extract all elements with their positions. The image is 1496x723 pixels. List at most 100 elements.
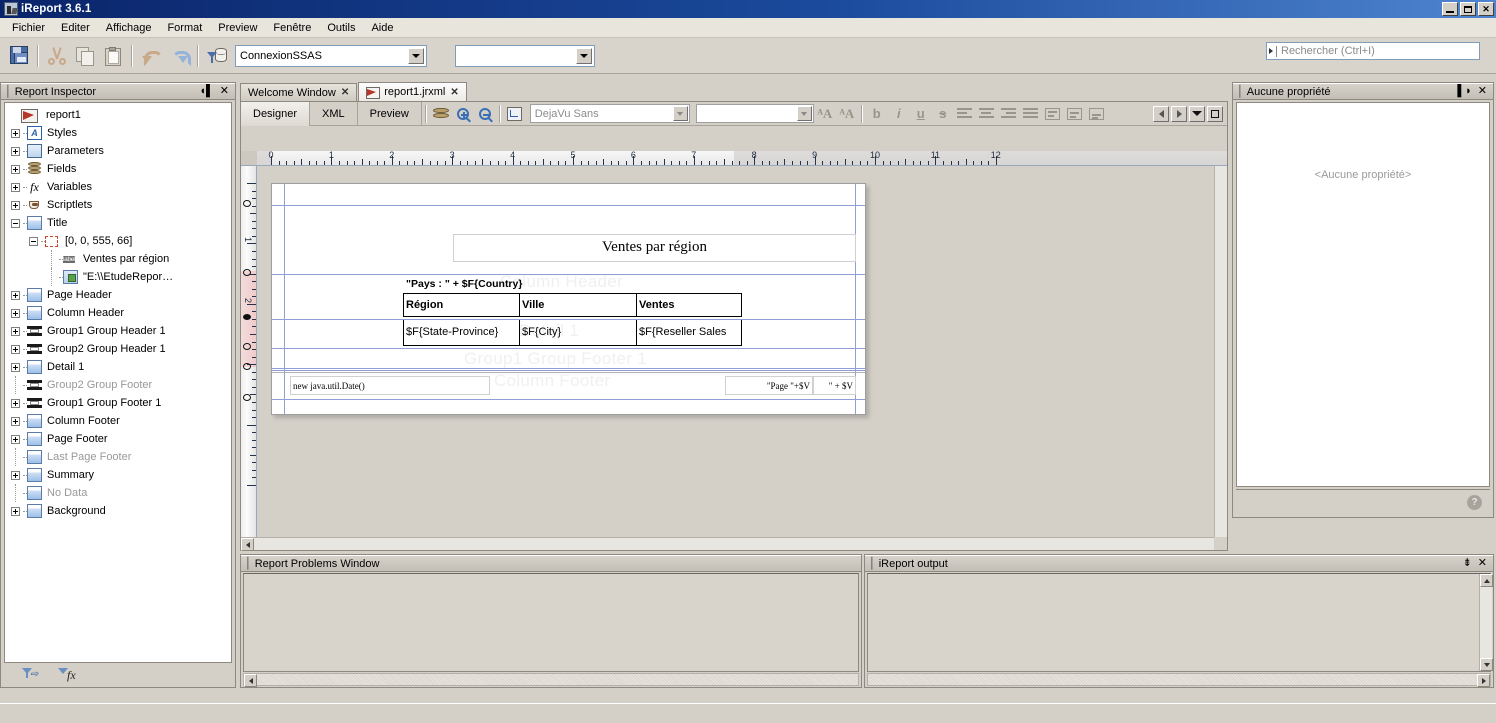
- tree-item-column-footer[interactable]: Column Footer: [9, 412, 231, 430]
- scroll-tabs-left-button[interactable]: [1153, 106, 1169, 122]
- tree-root-report1[interactable]: report1: [9, 106, 231, 124]
- detail-cell-state[interactable]: $F{State-Province}: [403, 320, 520, 346]
- valign-bottom-button[interactable]: [1086, 104, 1108, 124]
- output-scroll-down-button[interactable]: [1480, 658, 1493, 671]
- tree-item-parameters[interactable]: Parameters: [9, 142, 231, 160]
- output-scroll-up-button[interactable]: [1480, 574, 1493, 587]
- tree-item-fields[interactable]: Fields: [9, 160, 231, 178]
- tree-item-styles[interactable]: AStyles: [9, 124, 231, 142]
- menu-fichier[interactable]: Fichier: [4, 20, 53, 36]
- minimize-panel-icon[interactable]: ◖▌: [199, 86, 213, 97]
- menu-editer[interactable]: Editer: [53, 20, 98, 36]
- tree-expander[interactable]: [11, 309, 20, 318]
- tree-expander[interactable]: [11, 219, 20, 228]
- save-button[interactable]: [5, 42, 33, 70]
- filter-expression-icon[interactable]: fx: [58, 667, 78, 683]
- tree-item-title[interactable]: Title: [9, 214, 231, 232]
- copy-button[interactable]: [71, 42, 99, 70]
- detail-cell-city[interactable]: $F{City}: [520, 320, 637, 346]
- menu-affichage[interactable]: Affichage: [98, 20, 160, 36]
- tree-expander[interactable]: [11, 417, 20, 426]
- tree-item-summary[interactable]: Summary: [9, 466, 231, 484]
- tree-item-page-footer[interactable]: Page Footer: [9, 430, 231, 448]
- paste-button[interactable]: [99, 42, 127, 70]
- zoom-out-button[interactable]: [474, 104, 496, 124]
- tree-item-variables[interactable]: fxVariables: [9, 178, 231, 196]
- page-footer-date-field[interactable]: new java.util.Date(): [290, 376, 490, 395]
- title-textfield[interactable]: Ventes par région: [453, 234, 856, 262]
- tree-expander[interactable]: [11, 327, 20, 336]
- group-header-textfield[interactable]: "Pays : " + $F{Country}: [403, 275, 540, 293]
- close-output-icon[interactable]: ✕: [1478, 558, 1487, 569]
- decrease-font-button[interactable]: ᴬA: [836, 104, 858, 124]
- tab-report1-jrxml[interactable]: report1.jrxml ✕: [358, 82, 467, 101]
- tree-item-scriptlets[interactable]: Scriptlets: [9, 196, 231, 214]
- inspector-tree-body[interactable]: report1AStylesParametersFieldsfxVariable…: [4, 102, 232, 663]
- strikethrough-button[interactable]: s: [932, 104, 954, 124]
- maximize-button[interactable]: [1460, 2, 1476, 16]
- align-justify-button[interactable]: [1020, 104, 1042, 124]
- problems-horizontal-scrollbar[interactable]: [243, 673, 859, 686]
- cut-button[interactable]: [43, 42, 71, 70]
- redo-button[interactable]: [165, 42, 193, 70]
- menu-format[interactable]: Format: [159, 20, 210, 36]
- menu-preview[interactable]: Preview: [210, 20, 265, 36]
- band-marker[interactable]: [243, 363, 251, 370]
- tab-welcome-window[interactable]: Welcome Window ✕: [240, 83, 357, 101]
- design-canvas[interactable]: Column Header Detail 1 Group1 Group Foot…: [257, 166, 1214, 537]
- tree-expander[interactable]: [11, 165, 20, 174]
- tree-item-column-header[interactable]: Column Header: [9, 304, 231, 322]
- bold-button[interactable]: b: [866, 104, 888, 124]
- tree-item-background[interactable]: Background: [9, 502, 231, 520]
- undo-button[interactable]: [137, 42, 165, 70]
- search-input[interactable]: Rechercher (Ctrl+I): [1266, 42, 1480, 60]
- detail-cell-sales[interactable]: $F{Reseller Sales: [637, 320, 742, 346]
- align-center-button[interactable]: [976, 104, 998, 124]
- column-header-cell-region[interactable]: Région: [403, 293, 520, 317]
- menu-fenetre[interactable]: Fenêtre: [265, 20, 319, 36]
- output-vertical-scrollbar[interactable]: [1479, 574, 1492, 671]
- close-panel-icon[interactable]: ✕: [220, 86, 229, 97]
- view-tab-preview[interactable]: Preview: [358, 102, 422, 126]
- tree-item-ventes-par-r-gion[interactable]: labelVentes par région: [9, 250, 231, 268]
- italic-button[interactable]: i: [888, 104, 910, 124]
- close-button[interactable]: ✕: [1478, 2, 1494, 16]
- tree-expander[interactable]: [11, 147, 20, 156]
- dataset-button[interactable]: [430, 104, 452, 124]
- menu-aide[interactable]: Aide: [363, 20, 401, 36]
- tree-item-detail-1[interactable]: Detail 1: [9, 358, 231, 376]
- tree-expander[interactable]: [11, 345, 20, 354]
- tree-expander[interactable]: [11, 399, 20, 408]
- report-page[interactable]: Column Header Detail 1 Group1 Group Foot…: [271, 183, 866, 415]
- tree-item-page-header[interactable]: Page Header: [9, 286, 231, 304]
- tree-expander[interactable]: [11, 183, 20, 192]
- canvas-horizontal-scrollbar[interactable]: [241, 537, 1214, 550]
- tree-expander[interactable]: [11, 435, 20, 444]
- tree-expander[interactable]: [29, 237, 38, 246]
- band-marker[interactable]: [243, 394, 251, 401]
- chevron-down-icon-size[interactable]: [797, 106, 812, 121]
- close-panel-icon-2[interactable]: ✕: [1478, 86, 1487, 97]
- output-scroll-right-button[interactable]: [1477, 674, 1490, 687]
- scroll-left-button[interactable]: [241, 538, 254, 551]
- view-tab-designer[interactable]: Designer: [241, 102, 310, 126]
- tree-item-group1-group-footer-1[interactable]: Group1 Group Footer 1: [9, 394, 231, 412]
- tree-item-0-0-555-66[interactable]: [0, 0, 555, 66]: [9, 232, 231, 250]
- menu-outils[interactable]: Outils: [319, 20, 363, 36]
- tab-list-button[interactable]: [1189, 106, 1205, 122]
- problems-scroll-left-button[interactable]: [244, 674, 257, 687]
- column-header-cell-ventes[interactable]: Ventes: [637, 293, 742, 317]
- page-footer-page-field[interactable]: "Page "+$V: [725, 376, 813, 395]
- zoom-in-button[interactable]: [452, 104, 474, 124]
- band-marker[interactable]: [243, 269, 251, 276]
- tree-item-last-page-footer[interactable]: Last Page Footer: [9, 448, 231, 466]
- align-left-button[interactable]: [954, 104, 976, 124]
- minimize-button[interactable]: [1442, 2, 1458, 16]
- chevron-down-icon-2[interactable]: [576, 48, 592, 64]
- view-tab-xml[interactable]: XML: [310, 102, 358, 126]
- valign-middle-button[interactable]: [1064, 104, 1086, 124]
- increase-font-button[interactable]: ᴬA: [814, 104, 836, 124]
- tree-expander[interactable]: [11, 201, 20, 210]
- report-structure-button[interactable]: [504, 104, 526, 124]
- canvas-vertical-scrollbar[interactable]: [1214, 166, 1227, 537]
